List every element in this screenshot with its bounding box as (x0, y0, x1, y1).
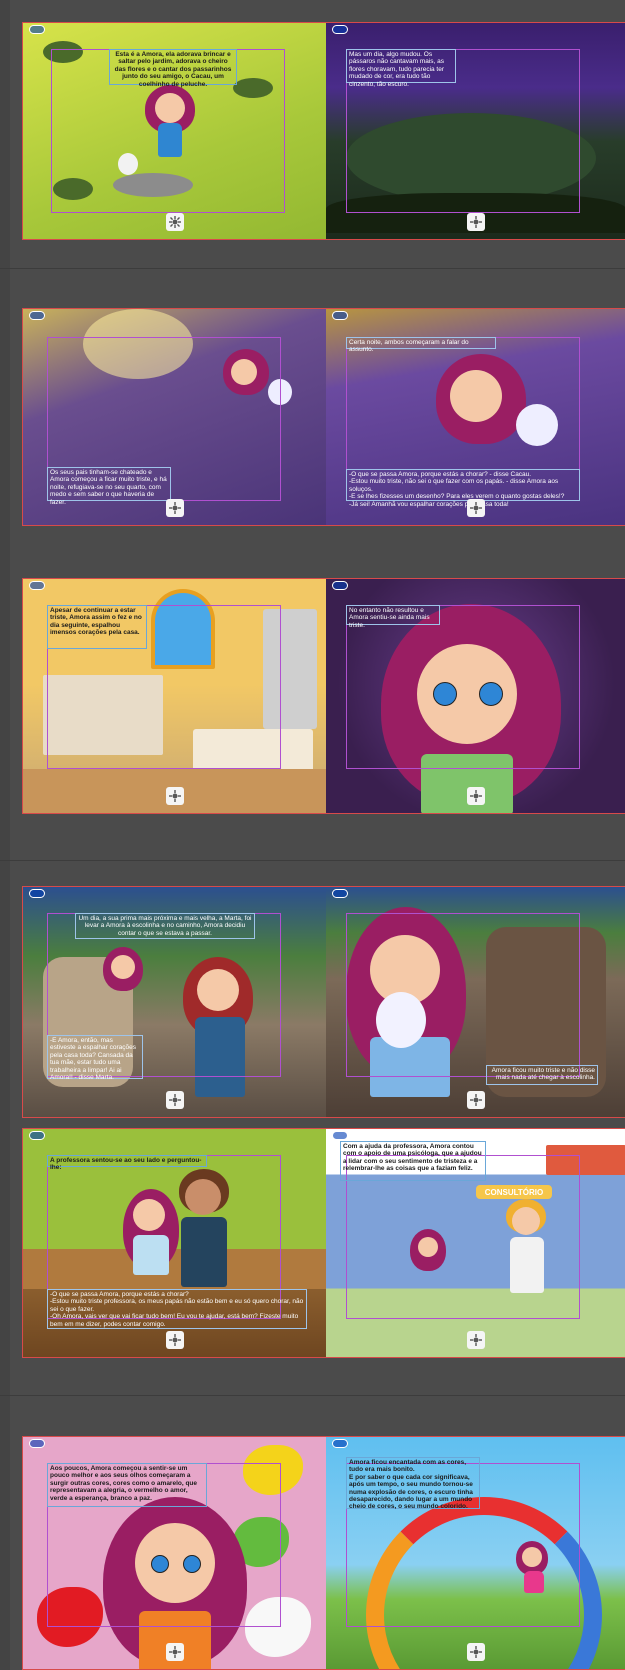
page-1-left: Esta é a Amora, ela adorava brincar e sa… (23, 23, 326, 239)
story-text[interactable]: Apesar de continuar a estar triste, Amor… (47, 605, 147, 649)
white-splash (245, 1597, 311, 1657)
story-text[interactable]: No entanto não resultou e Amora sentiu-s… (346, 605, 440, 629)
link-icon[interactable] (332, 311, 348, 320)
spread-6[interactable]: Aos poucos, Amora começou a sentir-se um… (22, 1436, 625, 1670)
dialogue-text[interactable]: -O que se passa Amora, porque estás a ch… (346, 469, 580, 508)
page-3-right: No entanto não resultou e Amora sentiu-s… (326, 579, 625, 813)
bush-decoration (43, 41, 83, 63)
spread-separator (0, 860, 625, 861)
story-text[interactable]: Mas um dia, algo mudou. Os pássaros não … (346, 49, 456, 88)
link-icon[interactable] (29, 889, 45, 898)
amora-character (141, 85, 201, 185)
audio-icon[interactable] (467, 1643, 485, 1661)
window-decoration (151, 589, 215, 669)
cabinets-decoration (43, 675, 163, 755)
dialogue-text[interactable]: -O que se passa Amora, porque estás a ch… (47, 1289, 307, 1329)
audio-icon[interactable] (165, 499, 184, 517)
story-text[interactable]: Com a ajuda da professora, Amora contou … (340, 1141, 486, 1181)
audio-icon[interactable] (165, 1091, 184, 1109)
hill-decoration (346, 113, 596, 203)
cacau-bunny (268, 379, 292, 405)
link-icon[interactable] (332, 25, 348, 34)
link-icon[interactable] (332, 1131, 348, 1140)
cacau-bunny (516, 404, 558, 446)
bookshelf-decoration (546, 1145, 625, 1175)
page-2-right: Certa noite, ambos começaram a falar do … (326, 309, 625, 525)
audio-icon[interactable] (467, 1331, 485, 1349)
link-icon[interactable] (29, 311, 45, 320)
bush-decoration (233, 78, 273, 98)
page-5-left: A professora sentou-se ao seu lado e per… (23, 1129, 326, 1357)
spread-4[interactable]: Um dia, a sua prima mais próxima e mais … (22, 886, 625, 1118)
audio-icon[interactable] (467, 499, 485, 517)
amora-in-office (410, 1229, 450, 1289)
amora-backseat (103, 947, 153, 1017)
spread-2[interactable]: Os seus pais tinham-se chateado e Amora … (22, 308, 625, 526)
spread-5[interactable]: A professora sentou-se ao seu lado e per… (22, 1128, 625, 1358)
page-3-left: Apesar de continuar a estar triste, Amor… (23, 579, 326, 813)
spread-separator (0, 1395, 625, 1396)
link-icon[interactable] (332, 581, 348, 590)
cacau-bunny (376, 992, 426, 1048)
teacher-character (173, 1169, 243, 1289)
spread-separator (0, 268, 625, 269)
link-icon[interactable] (332, 1439, 348, 1448)
cacau-bunny (118, 153, 138, 175)
psychologist-character (502, 1199, 552, 1299)
page-5-right: CONSULTÓRIO Com a ajuda da professora, A… (326, 1129, 625, 1357)
story-text[interactable]: Amora ficou muito triste e não disse mai… (486, 1065, 598, 1085)
story-text[interactable]: A professora sentou-se ao seu lado e per… (47, 1155, 207, 1171)
story-text[interactable]: Aos poucos, Amora começou a sentir-se um… (47, 1463, 207, 1507)
link-icon[interactable] (29, 1439, 45, 1448)
red-splash (37, 1587, 103, 1647)
dialogue-text[interactable]: -E Amora, então, mas estiveste a espalha… (47, 1035, 143, 1081)
page-4-right: Amora ficou muito triste e não disse mai… (326, 887, 625, 1117)
amora-sad-portrait (381, 604, 571, 813)
yellow-splash (243, 1445, 303, 1495)
audio-icon[interactable] (467, 213, 485, 231)
link-icon[interactable] (29, 1131, 45, 1140)
audio-icon[interactable] (165, 1331, 184, 1349)
audio-icon[interactable] (165, 1643, 184, 1661)
story-text[interactable]: Os seus pais tinham-se chateado e Amora … (47, 467, 171, 506)
marta-driver (183, 957, 273, 1107)
story-text[interactable]: Um dia, a sua prima mais próxima e mais … (75, 913, 255, 939)
story-text[interactable]: Amora ficou encantada com as cores, tudo… (346, 1457, 480, 1510)
story-text[interactable]: Certa noite, ambos começaram a falar do … (346, 337, 496, 353)
spread-3[interactable]: Apesar de continuar a estar triste, Amor… (22, 578, 625, 814)
story-text[interactable]: Esta é a Amora, ela adorava brincar e sa… (109, 49, 237, 88)
audio-icon[interactable] (467, 787, 485, 805)
page-2-left: Os seus pais tinham-se chateado e Amora … (23, 309, 326, 525)
spread-1[interactable]: Esta é a Amora, ela adorava brincar e sa… (22, 22, 625, 240)
page-6-left: Aos poucos, Amora começou a sentir-se um… (23, 1437, 326, 1669)
page-1-right: Mas um dia, algo mudou. Os pássaros não … (326, 23, 625, 239)
audio-icon[interactable] (467, 1091, 485, 1109)
fridge-decoration (263, 609, 317, 729)
lamp-glow (83, 309, 193, 379)
link-icon[interactable] (29, 25, 45, 34)
link-icon[interactable] (29, 581, 45, 590)
amora-jumping (516, 1541, 552, 1601)
page-4-left: Um dia, a sua prima mais próxima e mais … (23, 887, 326, 1117)
link-icon[interactable] (332, 889, 348, 898)
page-6-right: Amora ficou encantada com as cores, tudo… (326, 1437, 625, 1669)
bush-decoration (53, 178, 93, 200)
audio-icon[interactable] (165, 787, 184, 805)
left-rail (0, 0, 10, 1670)
audio-icon[interactable] (165, 213, 184, 231)
consultorio-sign: CONSULTÓRIO (476, 1185, 552, 1199)
